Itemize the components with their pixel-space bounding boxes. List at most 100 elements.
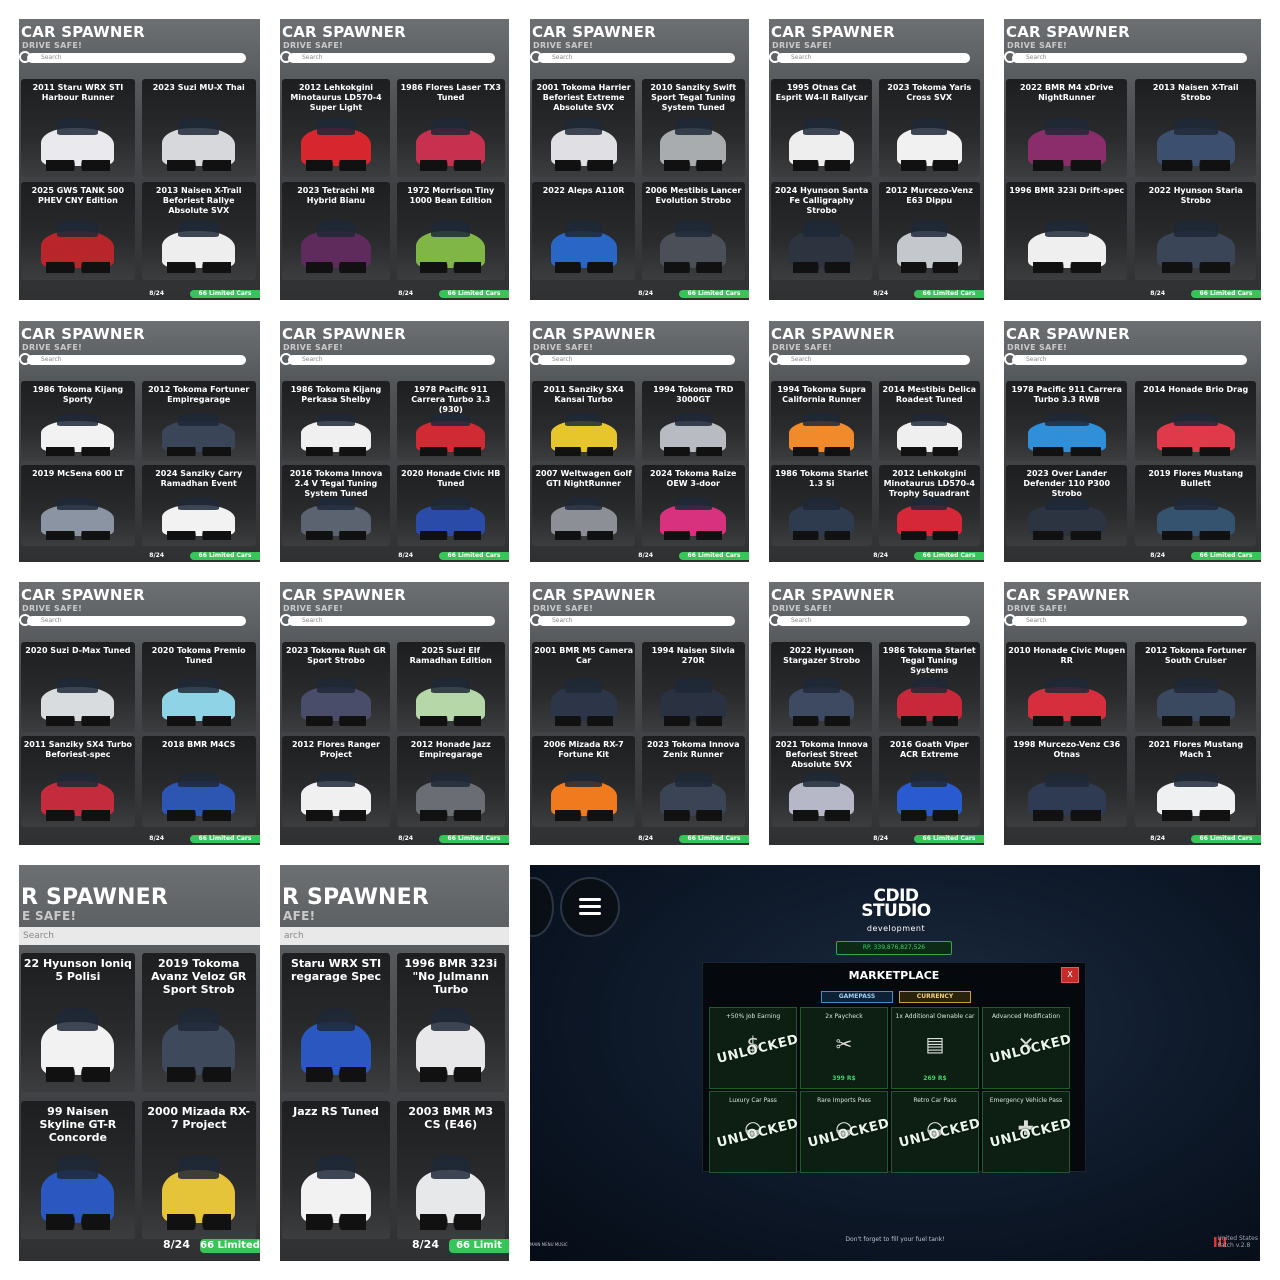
car-card[interactable]: 2025 GWS TANK 500 PHEV CNY Edition (21, 181, 135, 280)
car-card[interactable]: 2022 BMR M4 xDrive NightRunner (1006, 79, 1128, 178)
car-card[interactable]: 2006 Mestibis Lancer Evolution Strobo (641, 181, 745, 280)
car-card[interactable]: 2020 Tokoma Premio Tuned (141, 642, 256, 733)
car-card[interactable]: 2010 Honade Civic Mugen RR (1006, 642, 1128, 733)
search-input[interactable]: Search (19, 51, 246, 63)
gamepass-card[interactable]: 2x Paycheck ✂ 399 R$ (800, 1007, 888, 1089)
search-input[interactable]: Search (19, 927, 260, 945)
search-input[interactable]: Search (530, 614, 735, 626)
car-card[interactable]: 2019 Tokoma Avanz Veloz GR Sport Strob (141, 953, 256, 1092)
search-input[interactable]: Search (1004, 614, 1247, 626)
gamepass-card[interactable]: 1x Additional Ownable car ▤ 269 R$ (891, 1007, 979, 1089)
car-card[interactable]: 1994 Tokoma Supra California Runner (771, 380, 873, 462)
car-card[interactable]: 1986 Flores Laser TX3 Tuned (396, 79, 505, 178)
car-card[interactable]: 2011 Sanziky SX4 Kansai Turbo (532, 380, 636, 462)
car-card[interactable]: 2012 Tokoma Fortuner South Cruiser (1135, 642, 1257, 733)
car-card[interactable]: 1978 Pacific 911 Carrera Turbo 3.3 (930) (396, 380, 505, 462)
search-input[interactable]: arch (280, 927, 509, 945)
car-card[interactable]: 2012 Lehkokgini Minotaurus LD570-4 Troph… (878, 465, 980, 546)
car-card[interactable]: 2012 Honade Jazz Empiregarage (396, 736, 505, 827)
car-card[interactable]: 2016 Tokoma Innova 2.4 V Tegal Tuning Sy… (282, 465, 390, 546)
tab-gamepass[interactable]: GAMEPASS (821, 991, 893, 1003)
car-card[interactable]: 2019 McSena 600 LT (21, 465, 135, 546)
gamepass-card[interactable]: Emergency Vehicle Pass ✚ UNLOCKED (982, 1091, 1073, 1173)
search-input[interactable]: Search (530, 51, 735, 63)
car-card[interactable]: 2023 Over Lander Defender 110 P300 Strob… (1006, 465, 1128, 546)
car-card[interactable]: 2010 Sanziky Swift Sport Tegal Tuning Sy… (641, 79, 745, 178)
car-card[interactable]: 2012 Murcezo-Venz E63 Dippu (878, 181, 980, 280)
car-card[interactable]: 2023 Tokoma Rush GR Sport Strobo (282, 642, 390, 733)
car-card[interactable]: 2001 Tokoma Harrier Beforiest Extreme Ab… (532, 79, 636, 178)
car-card[interactable]: 1996 BMR 323i Drift-spec (1006, 181, 1128, 280)
car-card[interactable]: 2020 Honade Civic HB Tuned (396, 465, 505, 546)
gamepass-card[interactable]: +50% Job Earning $ UNLOCKED (709, 1007, 800, 1089)
car-card[interactable]: 2023 Tokoma Innova Zenix Runner (641, 736, 745, 827)
car-card[interactable]: 2018 BMR M4CS (141, 736, 256, 827)
car-card[interactable]: 2007 Weltwagen Golf GTI NightRunner (532, 465, 636, 546)
gamepass-price[interactable]: 269 R$ (892, 1075, 978, 1082)
car-card[interactable]: 1998 Murcezo-Venz C36 Otnas (1006, 736, 1128, 827)
search-input[interactable]: Search (19, 353, 246, 365)
car-card[interactable]: 1978 Pacific 911 Carrera Turbo 3.3 RWB (1006, 380, 1128, 462)
car-card[interactable]: 2013 Naisen X-Trail Beforiest Rallye Abs… (141, 181, 256, 280)
car-card[interactable]: 2011 Sanziky SX4 Turbo Beforiest-spec (21, 736, 135, 827)
car-card[interactable]: 2023 Suzi MU-X Thai (141, 79, 256, 178)
tab-currency[interactable]: CURRENCY (899, 991, 971, 1003)
car-card[interactable]: 2014 Honade Brio Drag (1135, 380, 1257, 462)
car-card[interactable]: 2001 BMR M5 Camera Car (532, 642, 636, 733)
car-card[interactable]: 2012 Tokoma Fortuner Empiregarage (141, 380, 256, 462)
search-input[interactable]: Search (280, 614, 495, 626)
search-input[interactable]: Search (769, 353, 970, 365)
close-button[interactable]: X (1061, 967, 1079, 983)
search-input[interactable]: Search (1004, 51, 1247, 63)
car-card[interactable]: 2019 Flores Mustang Bullett (1135, 465, 1257, 546)
car-card[interactable]: 1995 Otnas Cat Esprit W4-II Rallycar (771, 79, 873, 178)
car-card[interactable]: 2011 Staru WRX STI Harbour Runner (21, 79, 135, 178)
car-card[interactable]: 22 Hyunson Ioniq 5 Polisi (21, 953, 135, 1092)
search-input[interactable]: Search (280, 51, 495, 63)
car-card[interactable]: Jazz RS Tuned (282, 1100, 390, 1240)
menu-button[interactable] (560, 877, 620, 937)
search-input[interactable]: Search (530, 353, 735, 365)
car-card[interactable]: 2025 Suzi Elf Ramadhan Edition (396, 642, 505, 733)
car-card[interactable]: 2003 BMR M3 CS (E46) (396, 1100, 505, 1240)
gamepass-card[interactable]: Retro Car Pass ◒ UNLOCKED (891, 1091, 982, 1173)
car-card[interactable]: 2000 Mizada RX-7 Project (141, 1100, 256, 1240)
car-card[interactable]: 2022 Hyunson Stargazer Strobo (771, 642, 873, 733)
car-card[interactable]: 2021 Flores Mustang Mach 1 (1135, 736, 1257, 827)
car-card[interactable]: 99 Naisen Skyline GT-R Concorde (21, 1100, 135, 1240)
car-card[interactable]: 2014 Mestibis Delica Roadest Tuned (878, 380, 980, 462)
search-input[interactable]: Search (769, 614, 970, 626)
gamepass-card[interactable]: Luxury Car Pass ◒ UNLOCKED (709, 1091, 800, 1173)
car-card[interactable]: Staru WRX STI regarage Spec (282, 953, 390, 1092)
car-card[interactable]: 2023 Tetrachi M8 Hybrid Bianu (282, 181, 390, 280)
search-input[interactable]: Search (1004, 353, 1247, 365)
car-card[interactable]: 2012 Flores Ranger Project (282, 736, 390, 827)
car-card[interactable]: 2021 Tokoma Innova Beforiest Street Abso… (771, 736, 873, 827)
car-card[interactable]: 2016 Goath Viper ACR Extreme (878, 736, 980, 827)
car-card[interactable]: 2023 Tokoma Yaris Cross SVX (878, 79, 980, 178)
car-card[interactable]: 1972 Morrison Tiny 1000 Bean Edition (396, 181, 505, 280)
car-card[interactable]: 2024 Sanziky Carry Ramadhan Event (141, 465, 256, 546)
back-button[interactable] (530, 877, 554, 937)
car-card[interactable]: 2022 Hyunson Staria Strobo (1135, 181, 1257, 280)
car-card[interactable]: 1986 Tokoma Starlet Tegal Tuning Systems (878, 642, 980, 733)
car-card[interactable]: 1994 Tokoma TRD 3000GT (641, 380, 745, 462)
car-card[interactable]: 2013 Naisen X-Trail Strobo (1135, 79, 1257, 178)
car-card[interactable]: 1996 BMR 323i "No Julmann Turbo (396, 953, 505, 1092)
search-input[interactable]: Search (280, 353, 495, 365)
search-input[interactable]: Search (19, 614, 246, 626)
car-card[interactable]: 2020 Suzi D-Max Tuned (21, 642, 135, 733)
car-card[interactable]: 1986 Tokoma Kijang Sporty (21, 380, 135, 462)
car-card[interactable]: 2024 Tokoma Raize OEW 3-door (641, 465, 745, 546)
car-card[interactable]: 2012 Lehkokgini Minotaurus LD570-4 Super… (282, 79, 390, 178)
car-card[interactable]: 1986 Tokoma Kijang Perkasa Shelby (282, 380, 390, 462)
gamepass-price[interactable]: 399 R$ (801, 1075, 887, 1082)
car-card[interactable]: 2024 Hyunson Santa Fe Calligraphy Strobo (771, 181, 873, 280)
car-card[interactable]: 1986 Tokoma Starlet 1.3 Si (771, 465, 873, 546)
gamepass-card[interactable]: Rare Imports Pass ◒ UNLOCKED (800, 1091, 891, 1173)
car-card[interactable]: 1994 Naisen Silvia 270R (641, 642, 745, 733)
car-card[interactable]: 2022 Aleps A110R (532, 181, 636, 280)
search-input[interactable]: Search (769, 51, 970, 63)
car-card[interactable]: 2006 Mizada RX-7 Fortune Kit (532, 736, 636, 827)
gamepass-card[interactable]: Advanced Modification ✕ UNLOCKED (982, 1007, 1073, 1089)
